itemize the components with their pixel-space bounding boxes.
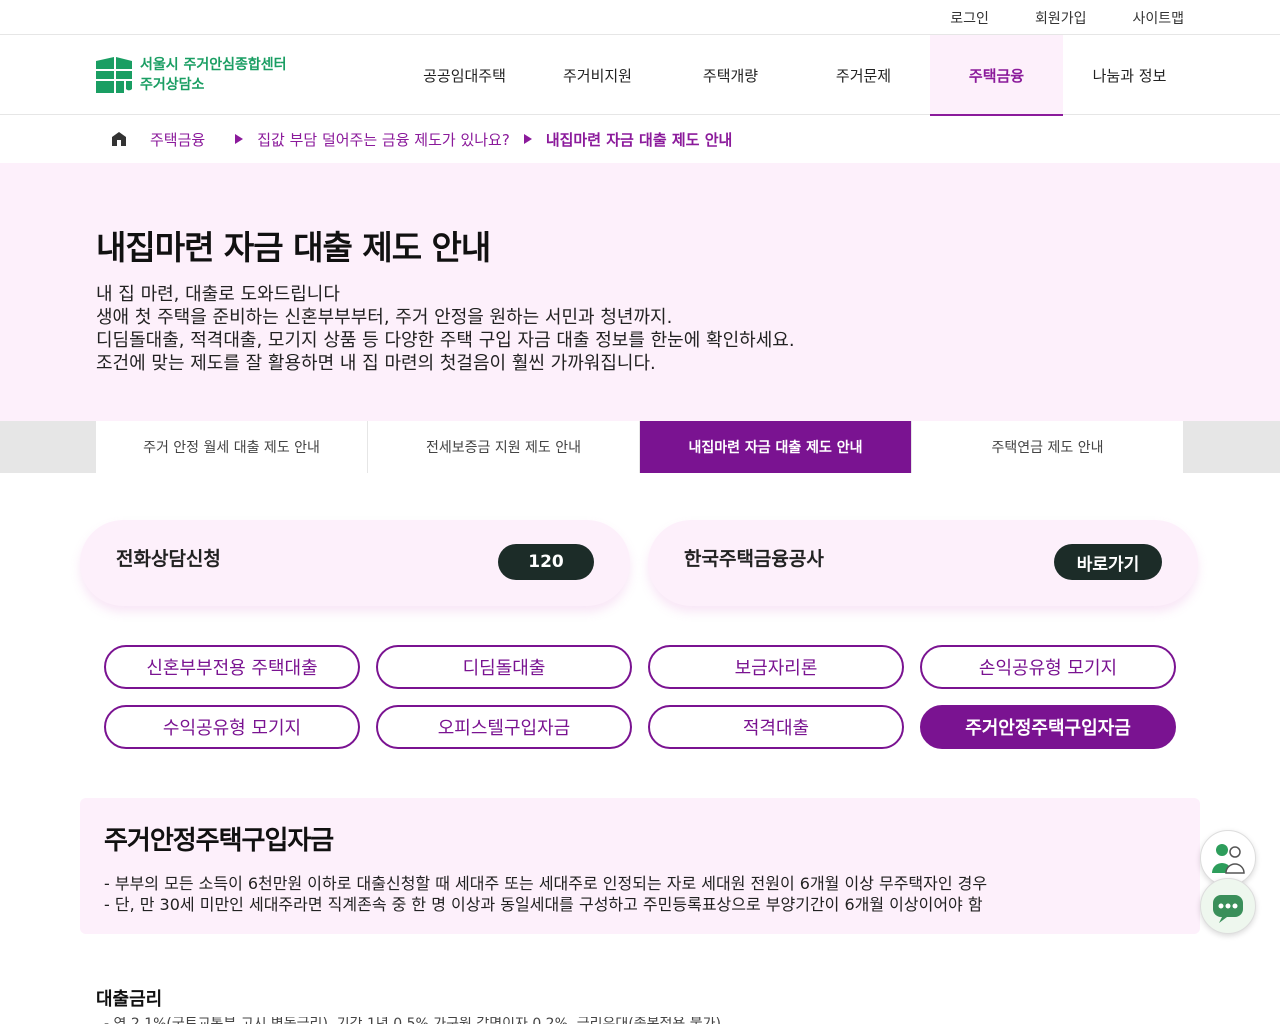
- main-nav: 공공임대주택 주거비지원 주택개량 주거문제 주택금융 나눔과 정보: [398, 35, 1196, 116]
- sub-tabs-bar: 주거 안정 월세 대출 제도 안내 전세보증금 지원 제도 안내 내집마련 자금…: [0, 421, 1280, 473]
- counselor-graphic: [1212, 844, 1245, 874]
- nav-housing-finance[interactable]: 주택금융: [930, 35, 1063, 116]
- product-newlywed-loan[interactable]: 신혼부부전용 주택대출: [104, 645, 360, 689]
- product-loss-sharing-mortgage[interactable]: 손익공유형 모기지: [920, 645, 1176, 689]
- sub-tabs: 주거 안정 월세 대출 제도 안내 전세보증금 지원 제도 안내 내집마련 자금…: [96, 421, 1184, 473]
- nav-housing-cost[interactable]: 주거비지원: [531, 35, 664, 115]
- breadcrumb-level1[interactable]: 주택금융: [150, 129, 205, 150]
- product-conforming-loan[interactable]: 적격대출: [648, 705, 904, 749]
- nav-public-rental[interactable]: 공공임대주택: [398, 35, 531, 115]
- arrow-right-icon: [523, 134, 532, 144]
- header: 서울시 주거안심종합센터 주거상담소 공공임대주택 주거비지원 주택개량 주거문…: [0, 35, 1280, 116]
- product-buttons: 신혼부부전용 주택대출 디딤돌대출 보금자리론 손익공유형 모기지 수익공유형 …: [104, 645, 1176, 749]
- product-profit-sharing-mortgage[interactable]: 수익공유형 모기지: [104, 705, 360, 749]
- utility-links: 로그인 회원가입 사이트맵: [950, 8, 1184, 28]
- product-didimdol-loan[interactable]: 디딤돌대출: [376, 645, 632, 689]
- hf-card: 한국주택금융공사 바로가기: [648, 520, 1198, 606]
- arrow-right-icon: [235, 134, 244, 144]
- hero-line: 내 집 마련, 대출로 도와드립니다: [96, 284, 340, 305]
- tab-housing-pension[interactable]: 주택연금 제도 안내: [912, 421, 1184, 473]
- chatbot-icon[interactable]: [1200, 878, 1256, 934]
- nav-housing-issues[interactable]: 주거문제: [797, 35, 930, 115]
- product-officetel-loan[interactable]: 오피스텔구입자금: [376, 705, 632, 749]
- hero-line: 조건에 맞는 제도를 잘 활용하면 내 집 마련의 첫걸음이 훨씬 가까워집니다…: [96, 353, 656, 374]
- detail-line: - 부부의 모든 소득이 6천만원 이하로 대출신청할 때 세대주 또는 세대주…: [104, 874, 988, 893]
- logo-line2: 주거상담소: [140, 77, 205, 93]
- logo-text: 서울시 주거안심종합센터 주거상담소: [140, 55, 287, 95]
- interest-line-partial: - 연 2.1%(국토교통부 고시 변동금리), 기간 1년 0.5% 가구원 …: [104, 1017, 721, 1024]
- product-bogeumjari-loan[interactable]: 보금자리론: [648, 645, 904, 689]
- home-icon[interactable]: [110, 130, 128, 148]
- nav-sharing-info[interactable]: 나눔과 정보: [1063, 35, 1196, 115]
- info-cards: 전화상담신청 120 한국주택금융공사 바로가기: [80, 520, 1198, 606]
- breadcrumb-current: 내집마련 자금 대출 제도 안내: [545, 130, 733, 149]
- product-stable-housing-loan[interactable]: 주거안정주택구입자금: [920, 705, 1176, 749]
- logo[interactable]: 서울시 주거안심종합센터 주거상담소: [96, 55, 287, 95]
- utility-bar: 로그인 회원가입 사이트맵: [0, 0, 1280, 35]
- tab-home-purchase-loan[interactable]: 내집마련 자금 대출 제도 안내: [640, 421, 912, 473]
- hero-line: 디딤돌대출, 적격대출, 모기지 상품 등 다양한 주택 구입 자금 대출 정보…: [96, 330, 795, 351]
- phone-consult-card: 전화상담신청 120: [80, 520, 630, 606]
- product-detail: 주거안정주택구입자금 - 부부의 모든 소득이 6천만원 이하로 대출신청할 때…: [80, 798, 1200, 934]
- detail-title: 주거안정주택구입자금: [104, 826, 334, 856]
- hero-line: 생애 첫 주택을 준비하는 신혼부부부터, 주거 안정을 원하는 서민과 청년까…: [96, 307, 673, 328]
- chatbot-graphic: [1213, 895, 1243, 923]
- login-link[interactable]: 로그인: [950, 8, 989, 28]
- logo-line1: 서울시 주거안심종합센터: [140, 57, 287, 73]
- section-title-interest: 대출금리: [96, 989, 163, 1010]
- go-button[interactable]: 바로가기: [1054, 544, 1162, 580]
- logo-mark-icon: [96, 57, 132, 93]
- breadcrumb-level2[interactable]: 집값 부담 덜어주는 금융 제도가 있나요?: [257, 129, 510, 150]
- tab-jeonse-deposit[interactable]: 전세보증금 지원 제도 안내: [368, 421, 640, 473]
- breadcrumb: 주택금융 집값 부담 덜어주는 금융 제도가 있나요? 내집마련 자금 대출 제…: [0, 115, 1280, 163]
- detail-line: - 단, 만 30세 미만인 세대주라면 직계존속 중 한 명 이상과 동일세대…: [104, 895, 983, 914]
- hero: 내집마련 자금 대출 제도 안내 내 집 마련, 대출로 도와드립니다 생애 첫…: [0, 163, 1280, 421]
- hf-label: 한국주택금융공사: [684, 548, 824, 570]
- phone-number-button[interactable]: 120: [498, 544, 594, 580]
- nav-home-improvement[interactable]: 주택개량: [664, 35, 797, 115]
- phone-consult-label: 전화상담신청: [116, 548, 221, 570]
- sitemap-link[interactable]: 사이트맵: [1132, 8, 1184, 28]
- signup-link[interactable]: 회원가입: [1035, 8, 1087, 28]
- page-title: 내집마련 자금 대출 제도 안내: [96, 228, 491, 267]
- tab-monthly-rent-loan[interactable]: 주거 안정 월세 대출 제도 안내: [96, 421, 368, 473]
